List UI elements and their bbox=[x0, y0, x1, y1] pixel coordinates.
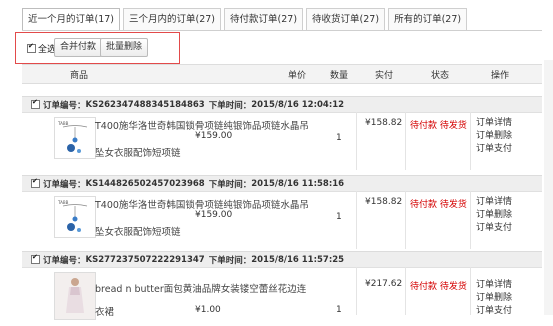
order-number: KS277237507222291347 bbox=[85, 254, 205, 265]
select-all-checkbox[interactable] bbox=[27, 42, 36, 53]
tab-all-orders[interactable]: 所有的订单(27) bbox=[388, 8, 468, 30]
column-divider bbox=[405, 112, 406, 170]
column-divider bbox=[470, 112, 471, 170]
order-row: TABB T400施华洛世奇韩国锁骨项链纯银饰品项链水晶吊 坠女衣服配饰短项链 … bbox=[22, 191, 542, 250]
order-details-link[interactable]: 订单详情 bbox=[476, 117, 512, 130]
svg-text:TABB: TABB bbox=[57, 121, 69, 126]
column-divider bbox=[470, 267, 471, 315]
order-status: 待付款 待发货 bbox=[410, 200, 467, 210]
order-checkbox[interactable] bbox=[31, 98, 40, 109]
order-checkbox[interactable] bbox=[31, 177, 40, 188]
order-number: KS144826502457023968 bbox=[85, 178, 205, 189]
unit-price: ¥1.00 bbox=[195, 305, 221, 315]
order-time-label: 下单时间： bbox=[208, 179, 252, 190]
order-delete-link[interactable]: 订单删除 bbox=[476, 292, 512, 305]
order-number-label: 订单编号： bbox=[43, 179, 86, 190]
order-header: 订单编号： KS277237507222291347 下单时间： 2015/8/… bbox=[22, 251, 542, 267]
tab-pending-receipt[interactable]: 待收货订单(27) bbox=[306, 8, 386, 30]
order-pay-link[interactable]: 订单支付 bbox=[476, 222, 512, 235]
product-title[interactable]: T400施华洛世奇韩国锁骨项链纯银饰品项链水晶吊 bbox=[95, 118, 309, 132]
column-divider bbox=[405, 191, 406, 249]
order-pay-link[interactable]: 订单支付 bbox=[476, 305, 512, 318]
product-subtitle[interactable]: 坠女衣服配饰短项链 bbox=[95, 145, 181, 159]
order-status: 待付款 待发货 bbox=[410, 121, 467, 131]
order-row: bread n butter面包黄油品牌女装镂空蕾丝花边连 衣裙 ¥1.00 1… bbox=[22, 267, 542, 326]
column-divider bbox=[356, 112, 357, 170]
table-header: 商品 单价 数量 实付 状态 操作 bbox=[22, 64, 542, 84]
order-details-link[interactable]: 订单详情 bbox=[476, 279, 512, 292]
order-details-link[interactable]: 订单详情 bbox=[476, 196, 512, 209]
unit-price: ¥159.00 bbox=[195, 131, 233, 141]
order-row: TABB T400施华洛世奇韩国锁骨项链纯银饰品项链水晶吊 坠女衣服配饰短项链 … bbox=[22, 112, 542, 171]
order-delete-link[interactable]: 订单删除 bbox=[476, 130, 512, 143]
order-number: KS262347488345184863 bbox=[85, 99, 205, 110]
order-delete-link[interactable]: 订单删除 bbox=[476, 209, 512, 222]
order-time-label: 下单时间： bbox=[208, 255, 252, 266]
col-actions: 操作 bbox=[491, 71, 510, 81]
product-image[interactable] bbox=[54, 272, 96, 320]
scrollbar[interactable] bbox=[544, 60, 553, 315]
col-product: 商品 bbox=[70, 71, 89, 81]
col-unit-price: 单价 bbox=[288, 71, 307, 81]
merge-pay-button[interactable]: 合并付款 bbox=[54, 38, 103, 57]
batch-delete-button[interactable]: 批量删除 bbox=[100, 38, 149, 57]
order-actions: 订单详情 订单删除 订单支付 bbox=[476, 117, 512, 156]
quantity: 1 bbox=[336, 305, 342, 315]
order-tabs: 近一个月的订单(17) 三个月内的订单(27) 待付款订单(27) 待收货订单(… bbox=[22, 8, 470, 31]
quantity: 1 bbox=[336, 133, 342, 143]
tab-recent-month[interactable]: 近一个月的订单(17) bbox=[22, 8, 121, 31]
paid-amount: ¥217.62 bbox=[365, 279, 403, 289]
order-header: 订单编号： KS144826502457023968 下单时间： 2015/8/… bbox=[22, 175, 542, 191]
unit-price: ¥159.00 bbox=[195, 210, 233, 220]
order-status: 待付款 待发货 bbox=[410, 282, 467, 292]
product-subtitle[interactable]: 衣裙 bbox=[95, 304, 114, 318]
tab-pending-payment[interactable]: 待付款订单(27) bbox=[224, 8, 304, 30]
select-all[interactable]: 全选 bbox=[27, 42, 56, 55]
product-image[interactable]: TABB bbox=[54, 196, 96, 238]
column-divider bbox=[405, 267, 406, 315]
product-subtitle[interactable]: 坠女衣服配饰短项链 bbox=[95, 224, 181, 238]
svg-text:TABB: TABB bbox=[57, 200, 69, 205]
column-divider bbox=[356, 267, 357, 315]
tab-three-months[interactable]: 三个月内的订单(27) bbox=[123, 8, 222, 30]
product-image[interactable]: TABB bbox=[54, 117, 96, 159]
order-actions: 订单详情 订单删除 订单支付 bbox=[476, 196, 512, 235]
column-divider bbox=[356, 191, 357, 249]
col-status: 状态 bbox=[431, 71, 450, 81]
order-time-label: 下单时间： bbox=[208, 100, 252, 111]
order-time: 2015/8/16 11:57:25 bbox=[251, 254, 345, 265]
order-time: 2015/8/16 11:58:16 bbox=[251, 178, 345, 189]
order-header: 订单编号： KS262347488345184863 下单时间： 2015/8/… bbox=[22, 96, 542, 112]
quantity: 1 bbox=[336, 212, 342, 222]
tab-divider bbox=[22, 30, 542, 31]
column-divider bbox=[470, 191, 471, 249]
order-checkbox[interactable] bbox=[31, 253, 40, 264]
order-actions: 订单详情 订单删除 订单支付 bbox=[476, 279, 512, 318]
paid-amount: ¥158.82 bbox=[365, 118, 403, 128]
order-time: 2015/8/16 12:04:12 bbox=[251, 99, 345, 110]
order-pay-link[interactable]: 订单支付 bbox=[476, 143, 512, 156]
product-title[interactable]: bread n butter面包黄油品牌女装镂空蕾丝花边连 bbox=[95, 281, 306, 295]
order-number-label: 订单编号： bbox=[43, 100, 86, 111]
col-quantity: 数量 bbox=[330, 71, 349, 81]
order-number-label: 订单编号： bbox=[43, 255, 86, 266]
paid-amount: ¥158.82 bbox=[365, 197, 403, 207]
product-title[interactable]: T400施华洛世奇韩国锁骨项链纯银饰品项链水晶吊 bbox=[95, 197, 309, 211]
col-paid: 实付 bbox=[375, 71, 394, 81]
